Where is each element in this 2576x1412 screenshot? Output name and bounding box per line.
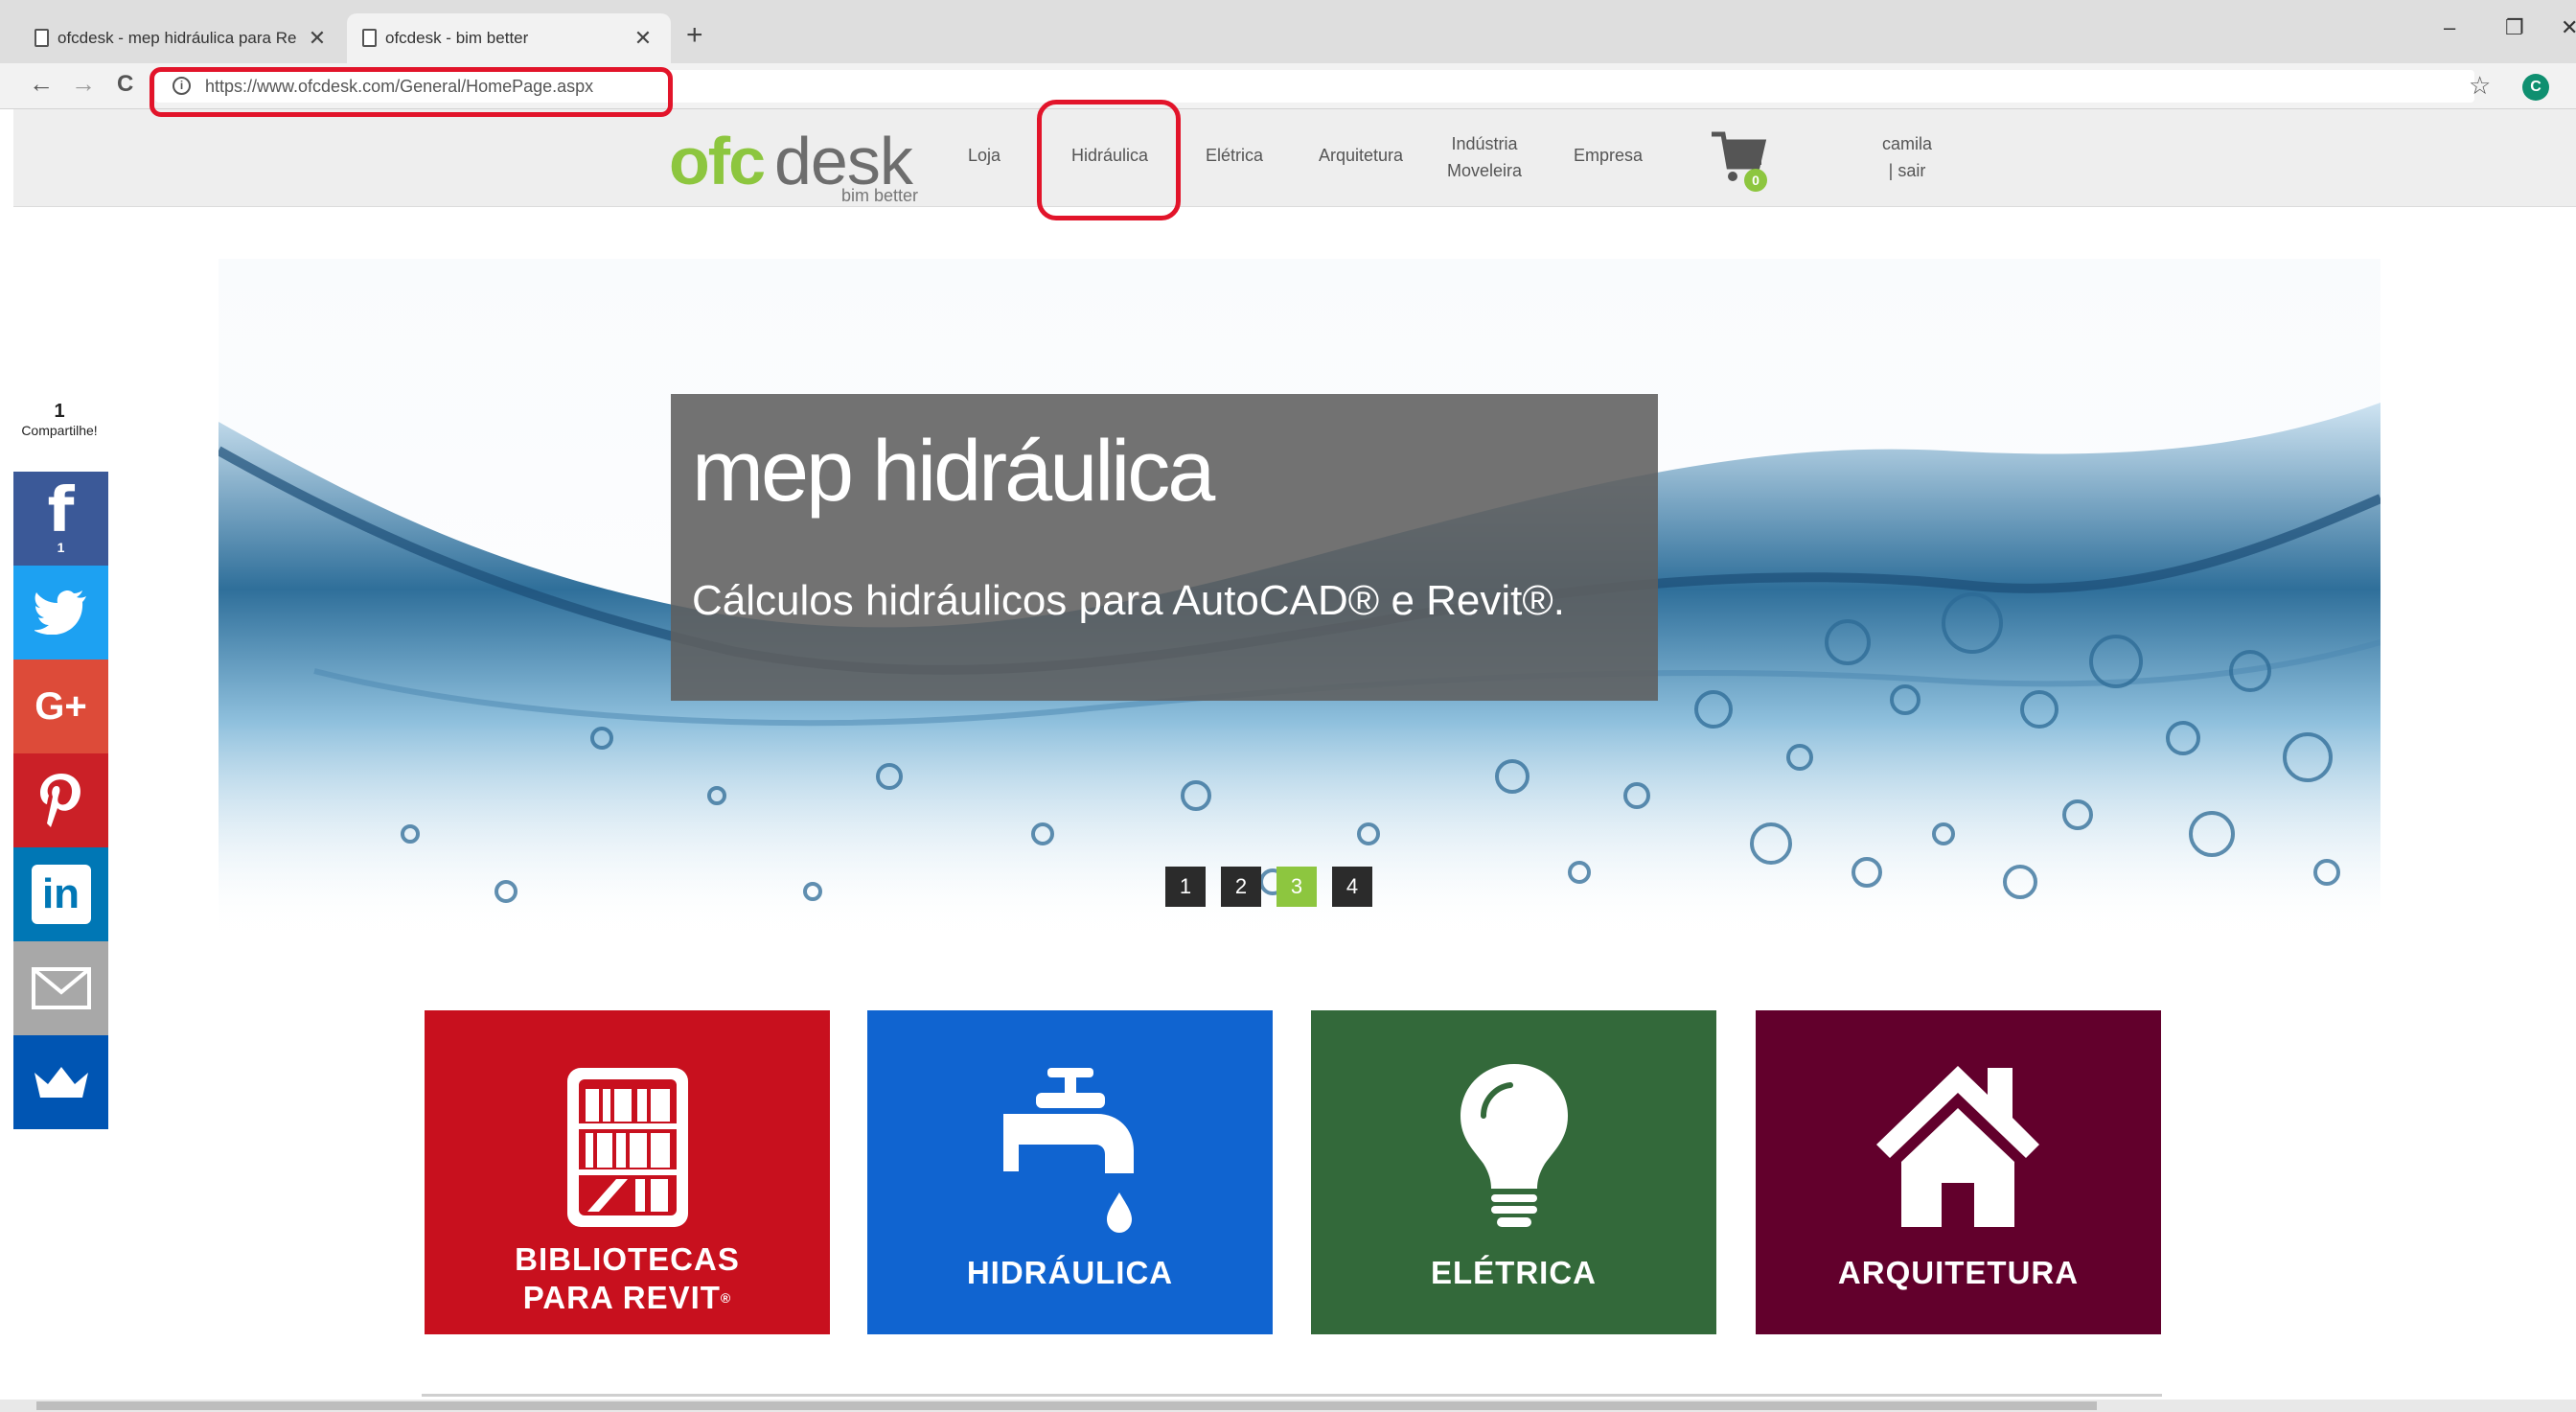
hero-caption: mep hidráulica Cálculos hidráulicos para… bbox=[671, 394, 1658, 701]
slide-3-button[interactable]: 3 bbox=[1276, 867, 1317, 907]
cart-count-badge: 0 bbox=[1744, 169, 1767, 192]
browser-tabstrip: ofcdesk - mep hidráulica para Re ✕ ofcde… bbox=[0, 0, 2576, 63]
browser-tab-inactive[interactable]: ofcdesk - mep hidráulica para Re ✕ bbox=[19, 13, 345, 63]
nav-eletrica[interactable]: Elétrica bbox=[1206, 146, 1263, 166]
google-plus-icon: G+ bbox=[34, 684, 87, 728]
tile-bibliotecas-label: BIBLIOTECAS PARA REVIT® bbox=[425, 1240, 830, 1317]
twitter-share-button[interactable] bbox=[13, 566, 108, 660]
close-tab-icon[interactable]: ✕ bbox=[632, 26, 654, 51]
slide-1-button[interactable]: 1 bbox=[1165, 867, 1206, 907]
nav-industria-moveleira[interactable]: Indústria Moveleira bbox=[1447, 130, 1522, 184]
tile-hidraulica-label: HIDRÁULICA bbox=[966, 1255, 1174, 1290]
slide-2-button[interactable]: 2 bbox=[1221, 867, 1261, 907]
screenshot: ofcdesk - mep hidráulica para Re ✕ ofcde… bbox=[0, 0, 2576, 1412]
ofcdesk-logo[interactable]: ofc desk bim better bbox=[669, 123, 937, 205]
crown-share-button[interactable] bbox=[13, 1035, 108, 1129]
email-icon bbox=[31, 967, 91, 1009]
registered-mark: ® bbox=[720, 1290, 732, 1306]
back-button[interactable]: ← bbox=[29, 69, 54, 99]
document-icon bbox=[362, 29, 377, 47]
user-name[interactable]: camila bbox=[1882, 130, 1932, 157]
cart-icon[interactable]: 0 bbox=[1708, 128, 1775, 192]
nav-arquitetura[interactable]: Arquitetura bbox=[1319, 146, 1403, 166]
tile-eletrica[interactable]: ELÉTRICA bbox=[1311, 1010, 1716, 1334]
share-label: Compartilhe! bbox=[21, 423, 98, 438]
tab-title: ofcdesk - bim better bbox=[385, 29, 529, 47]
facebook-share-button[interactable]: f 1 bbox=[13, 472, 108, 566]
tile-bibliotecas-line2: PARA REVIT bbox=[522, 1280, 721, 1315]
close-window-button[interactable]: ✕ bbox=[2561, 15, 2576, 40]
nav-loja[interactable]: Loja bbox=[968, 146, 1000, 166]
close-tab-icon[interactable]: ✕ bbox=[307, 26, 328, 51]
highlight-url-box bbox=[150, 67, 673, 117]
pinterest-icon bbox=[39, 774, 80, 827]
tile-bibliotecas[interactable]: BIBLIOTECAS PARA REVIT® bbox=[425, 1010, 830, 1334]
user-menu: camila | sair bbox=[1882, 130, 1932, 184]
tile-arquitetura[interactable]: ARQUITETURA bbox=[1756, 1010, 2161, 1334]
tab-title: ofcdesk - mep hidráulica para Re bbox=[58, 29, 297, 47]
minimize-button[interactable]: – bbox=[2444, 15, 2455, 40]
linkedin-icon: in bbox=[31, 865, 91, 924]
nav-industria-line2: Moveleira bbox=[1447, 161, 1523, 180]
hero-title: mep hidráulica bbox=[692, 424, 1215, 520]
facebook-share-count: 1 bbox=[57, 540, 65, 555]
nav-industria-line1: Indústria bbox=[1451, 134, 1518, 153]
share-count-number: 1 bbox=[54, 401, 65, 422]
tile-arquitetura-label: ARQUITETURA bbox=[1837, 1255, 2080, 1290]
profile-avatar[interactable]: C bbox=[2522, 74, 2549, 101]
restore-button[interactable]: ❐ bbox=[2505, 15, 2524, 40]
tile-hidraulica[interactable]: HIDRÁULICA bbox=[867, 1010, 1273, 1334]
horizontal-scrollbar[interactable] bbox=[0, 1400, 2576, 1412]
browser-tab-active[interactable]: ofcdesk - bim better ✕ bbox=[347, 13, 671, 63]
tile-eletrica-label: ELÉTRICA bbox=[1431, 1255, 1597, 1290]
bookmark-star-icon[interactable]: ☆ bbox=[2469, 71, 2491, 101]
facebook-icon: f bbox=[47, 475, 75, 546]
hero-subtitle: Cálculos hidráulicos para AutoCAD® e Rev… bbox=[692, 577, 1566, 624]
site-header: ofc desk bim better Loja Hidráulica Elét… bbox=[13, 109, 2576, 207]
content-divider bbox=[422, 1394, 2162, 1397]
share-counter: 1 Compartilhe! bbox=[12, 401, 107, 438]
linkedin-share-button[interactable]: in bbox=[13, 847, 108, 941]
new-tab-button[interactable]: + bbox=[686, 19, 703, 52]
forward-button[interactable]: → bbox=[71, 69, 96, 99]
email-share-button[interactable] bbox=[13, 941, 108, 1035]
highlight-nav-box bbox=[1037, 100, 1181, 220]
pinterest-share-button[interactable] bbox=[13, 753, 108, 847]
scrollbar-thumb[interactable] bbox=[36, 1401, 2097, 1410]
nav-empresa[interactable]: Empresa bbox=[1574, 146, 1643, 166]
tile-bibliotecas-line1: BIBLIOTECAS bbox=[515, 1241, 740, 1277]
logo-tagline: bim better bbox=[841, 186, 919, 205]
crown-icon bbox=[34, 1067, 88, 1098]
slide-4-button[interactable]: 4 bbox=[1332, 867, 1372, 907]
reload-button[interactable]: C bbox=[117, 71, 133, 98]
twitter-icon bbox=[34, 590, 86, 635]
google-plus-share-button[interactable]: G+ bbox=[13, 660, 108, 753]
logout-link[interactable]: | sair bbox=[1882, 157, 1932, 184]
logo-ofc-text: ofc bbox=[669, 124, 766, 198]
document-icon bbox=[34, 29, 49, 47]
